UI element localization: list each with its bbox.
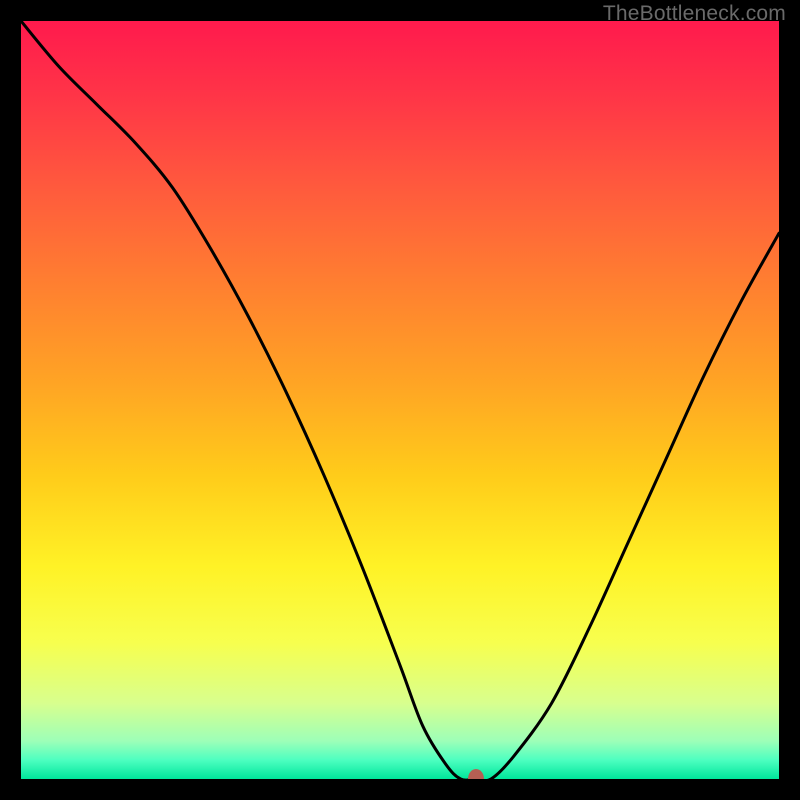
plot-svg [21,21,779,779]
plot-area [21,21,779,779]
chart-frame: TheBottleneck.com [0,0,800,800]
